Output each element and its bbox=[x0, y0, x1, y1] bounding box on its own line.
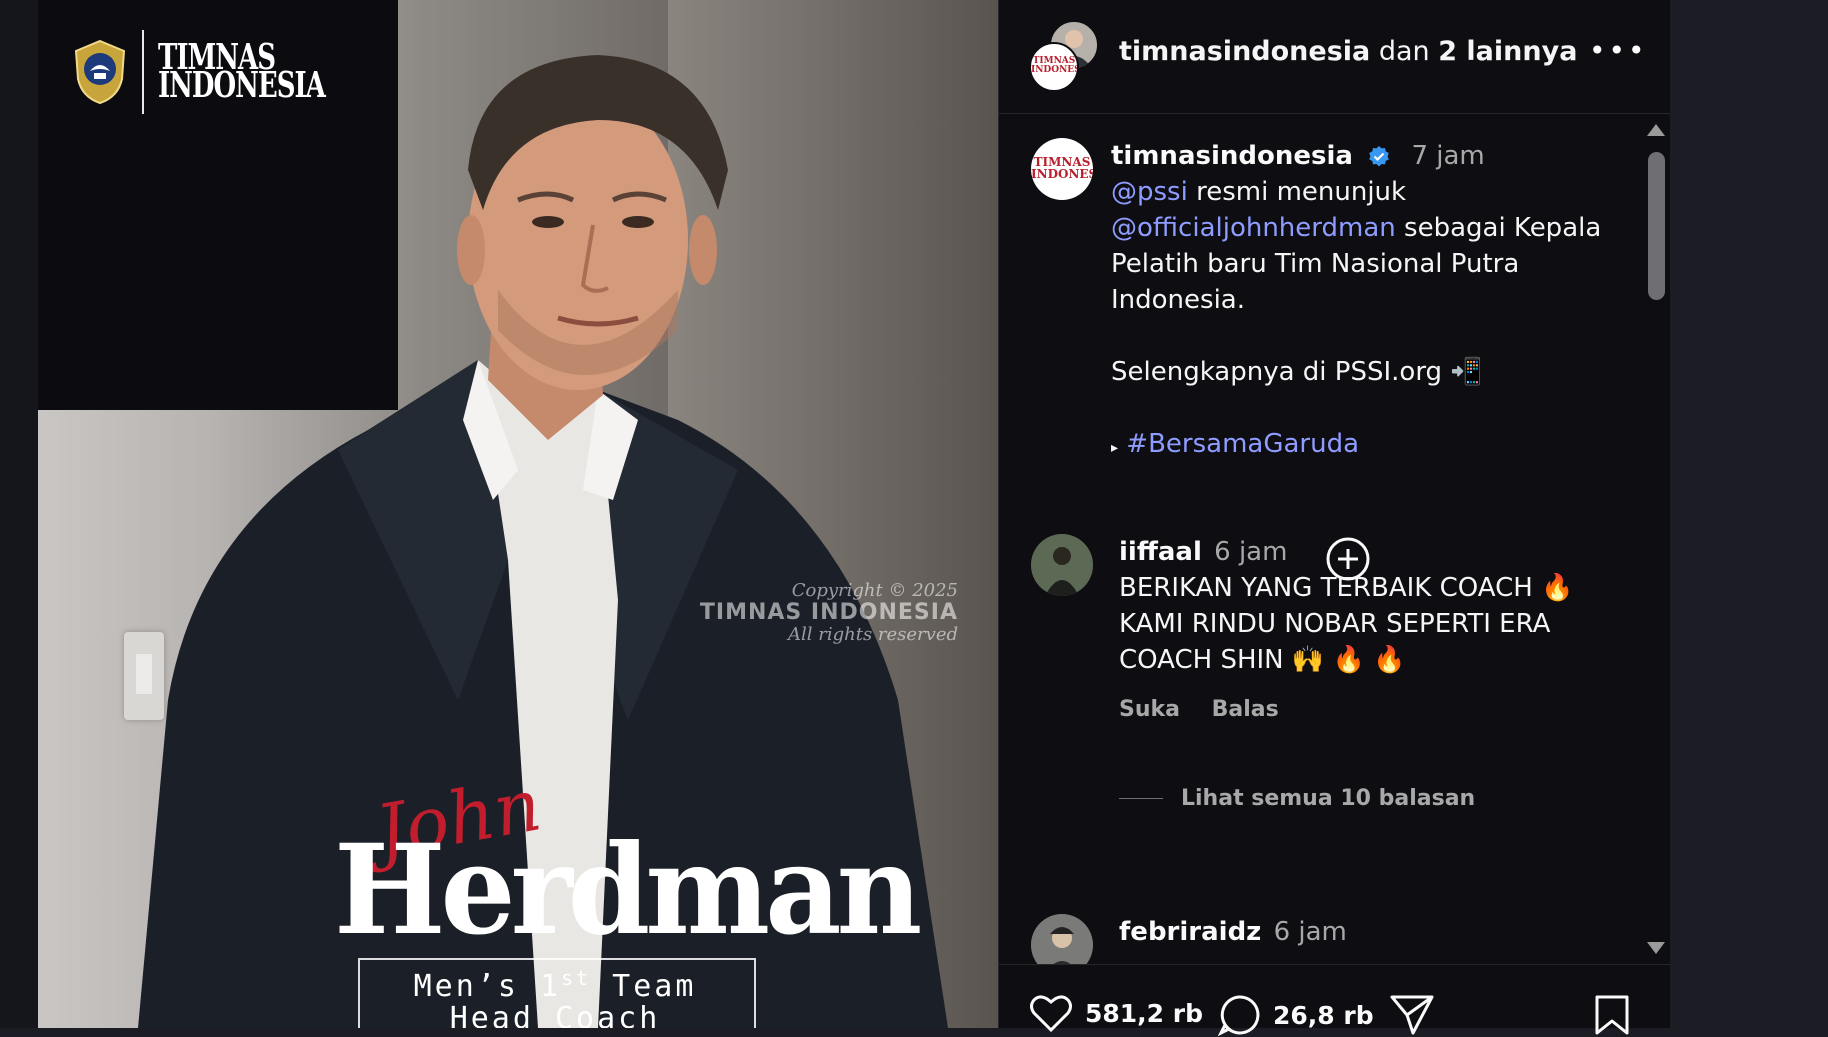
like-comment-button[interactable]: Suka bbox=[1119, 697, 1180, 722]
comment-count: 26,8 rb bbox=[1273, 1000, 1374, 1030]
caption-text-part3: Selengkapnya di PSSI.org bbox=[1111, 357, 1443, 387]
timnas-mini-logo: TIMNASINDONESIA bbox=[1031, 155, 1093, 181]
like-count: 581,2 rb bbox=[1085, 998, 1204, 1028]
caption-body: timnasindonesia 7 jam @pssi resmi menunj… bbox=[1111, 138, 1611, 466]
comment-username[interactable]: febriraidz bbox=[1119, 917, 1261, 947]
header-others[interactable]: 2 lainnya bbox=[1438, 36, 1577, 67]
comment-button[interactable]: 26,8 rb bbox=[1217, 993, 1374, 1037]
comment-body: febriraidz 6 jam bbox=[1119, 914, 1599, 950]
caption-hashtag-line: ▸ #BersamaGaruda bbox=[1111, 426, 1611, 466]
replies-divider bbox=[1119, 798, 1163, 799]
comment-avatar[interactable] bbox=[1031, 534, 1093, 596]
vertical-scrollbar[interactable] bbox=[1639, 114, 1671, 964]
share-button[interactable] bbox=[1389, 993, 1435, 1035]
timnas-logo: TIMNAS INDONESIA bbox=[72, 30, 326, 114]
timnas-mini-logo: TIMNASINDONESIA bbox=[1031, 56, 1077, 75]
post-detail-panel: TIMNASINDONESIA timnasindonesia dan 2 la… bbox=[998, 0, 1671, 1037]
header-account-name[interactable]: timnasindonesia bbox=[1119, 36, 1370, 67]
scroll-down-arrow-icon[interactable] bbox=[1647, 942, 1665, 954]
more-horizontal-icon: ••• bbox=[1589, 34, 1648, 67]
caption-link-line: Selengkapnya di PSSI.org 📲 bbox=[1111, 354, 1611, 390]
coach-role: Men’s 1st Team Head Coach bbox=[413, 966, 697, 1028]
reply-comment-button[interactable]: Balas bbox=[1212, 697, 1279, 722]
post-image: TIMNAS INDONESIA Copyright © 2025 TIMNAS… bbox=[38, 0, 998, 1028]
post-time: 7 jam bbox=[1411, 141, 1485, 171]
more-options-button[interactable]: ••• bbox=[1589, 34, 1648, 67]
header-connector: dan bbox=[1378, 36, 1430, 67]
verified-badge-icon bbox=[1369, 145, 1390, 166]
coach-surname: Herdman bbox=[334, 816, 922, 963]
scroll-up-arrow-icon[interactable] bbox=[1647, 124, 1665, 136]
comment-time: 6 jam bbox=[1273, 917, 1347, 947]
bookmark-icon bbox=[1595, 995, 1629, 1035]
caption-text-part1: resmi menunjuk bbox=[1187, 177, 1407, 207]
heart-icon bbox=[1030, 995, 1072, 1033]
post-header: TIMNASINDONESIA timnasindonesia dan 2 la… bbox=[999, 0, 1671, 114]
comment-username[interactable]: iiffaal bbox=[1119, 537, 1202, 567]
scrollbar-thumb[interactable] bbox=[1648, 152, 1665, 300]
comments-scroll-area[interactable]: TIMNASINDONESIA timnasindonesia 7 jam @p… bbox=[999, 114, 1639, 964]
comment-avatar[interactable] bbox=[1031, 914, 1093, 964]
view-replies-button[interactable]: Lihat semua 10 balasan bbox=[1119, 786, 1475, 811]
post-author-username[interactable]: timnasindonesia bbox=[1111, 141, 1353, 171]
mention-pssi[interactable]: @pssi bbox=[1111, 177, 1188, 207]
person-icon bbox=[1031, 914, 1093, 964]
comment-text: BERIKAN YANG TERBAIK COACH 🔥 KAMI RINDU … bbox=[1119, 573, 1574, 675]
logo-divider bbox=[142, 30, 144, 114]
window-right-edge bbox=[1670, 0, 1828, 1028]
mention-officialjohnherdman[interactable]: @officialjohnherdman bbox=[1111, 213, 1396, 243]
caption-text: @pssi resmi menunjuk @officialjohnherdma… bbox=[1111, 174, 1611, 318]
timnas-avatar: TIMNASINDONESIA bbox=[1029, 42, 1079, 92]
header-accounts[interactable]: timnasindonesia dan 2 lainnya bbox=[1119, 36, 1577, 67]
post-author-avatar[interactable]: TIMNASINDONESIA bbox=[1031, 138, 1093, 200]
send-paper-plane-icon bbox=[1390, 995, 1434, 1035]
window-left-edge bbox=[0, 0, 38, 1028]
copyright-watermark: Copyright © 2025 TIMNAS INDONESIA All ri… bbox=[699, 580, 958, 645]
comment-time: 6 jam bbox=[1214, 537, 1288, 567]
comment-body: iiffaal 6 jam BERIKAN YANG TERBAIK COACH… bbox=[1119, 534, 1599, 728]
post-actions-bar: 581,2 rb 26,8 rb bbox=[999, 964, 1671, 1037]
person-icon bbox=[1031, 534, 1093, 596]
bullet-icon: ▸ bbox=[1111, 440, 1119, 456]
comment-bubble-icon bbox=[1217, 995, 1260, 1037]
collab-avatars[interactable]: TIMNASINDONESIA bbox=[1029, 20, 1099, 92]
pssi-crest-icon bbox=[74, 39, 126, 105]
view-replies-label: Lihat semua 10 balasan bbox=[1181, 786, 1476, 811]
timnas-wordmark: TIMNAS INDONESIA bbox=[158, 37, 326, 107]
hashtag-bersamagaruda[interactable]: #BersamaGaruda bbox=[1126, 429, 1359, 459]
save-button[interactable] bbox=[1593, 993, 1631, 1037]
like-button[interactable]: 581,2 rb bbox=[1029, 993, 1203, 1033]
mobile-phone-arrow-icon: 📲 bbox=[1450, 357, 1483, 387]
comment-actions: Suka Balas bbox=[1119, 692, 1599, 728]
